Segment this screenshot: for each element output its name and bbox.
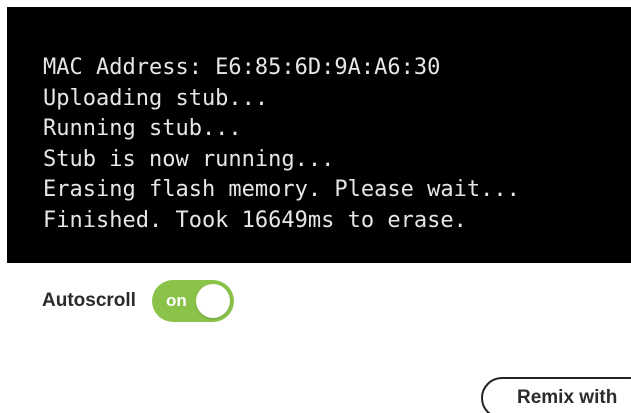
- toggle-state-label: on: [165, 291, 187, 310]
- autoscroll-row: Autoscroll on: [42, 280, 234, 322]
- autoscroll-toggle[interactable]: on: [151, 280, 234, 322]
- console-line: Uploading stub...: [43, 85, 269, 111]
- console-line: Running stub...: [43, 116, 242, 141]
- autoscroll-label: Autoscroll: [42, 290, 136, 311]
- console-line: Finished. Took 16649ms to erase.: [43, 207, 467, 233]
- remix-button[interactable]: Remix with: [481, 377, 631, 413]
- toggle-knob: [195, 284, 230, 318]
- console-line: Stub is now running...: [43, 146, 335, 172]
- console-lines: MAC Address: E6:85:6D:9A:A6:30 Uploading…: [43, 53, 520, 236]
- console-line: Erasing flash memory. Please wait...: [43, 177, 520, 202]
- page: MAC Address: E6:85:6D:9A:A6:30 Uploading…: [0, 0, 631, 413]
- console-output: MAC Address: E6:85:6D:9A:A6:30 Uploading…: [7, 7, 631, 263]
- console-line: MAC Address: E6:85:6D:9A:A6:30: [43, 55, 441, 80]
